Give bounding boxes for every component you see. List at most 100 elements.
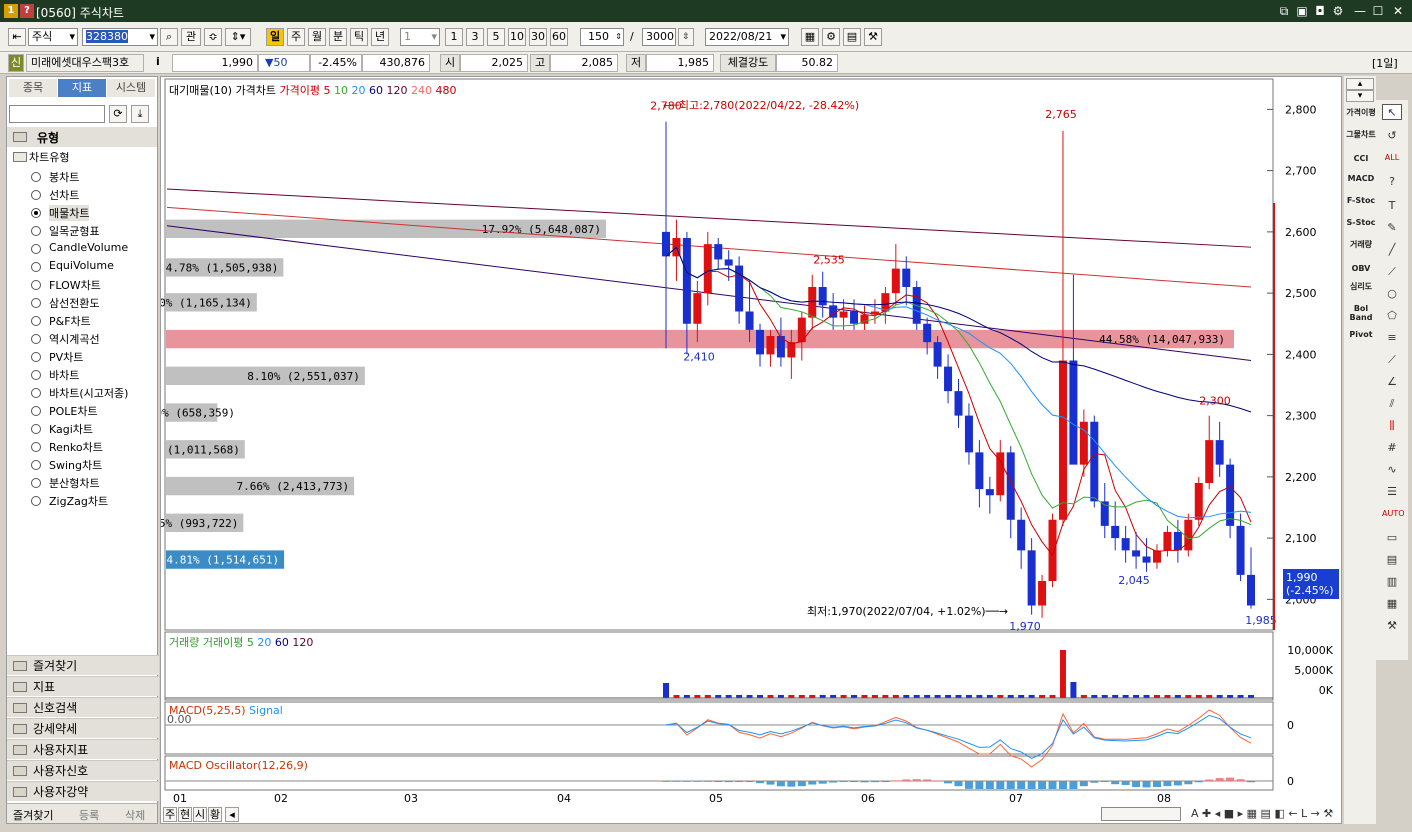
radio-4[interactable] [31,244,41,254]
shape-tool-icon[interactable]: ⬠ [1382,308,1402,324]
wave-tool-icon[interactable]: ∿ [1382,462,1402,478]
indicator-shortcut[interactable]: 심리도 [1346,282,1376,291]
tab-indicator[interactable]: 지표 [58,79,106,97]
chart-type-item[interactable]: POLE차트 [49,403,98,419]
indicator-shortcut[interactable]: MACD [1346,174,1376,183]
line-tool-icon[interactable]: ╱ [1382,242,1402,258]
question-icon[interactable]: ? [1382,174,1402,190]
group-item[interactable]: 지표 [7,676,159,696]
group-item[interactable]: 신호검색 [7,697,159,717]
radio-18[interactable] [31,496,41,506]
group-item[interactable]: 강세약세 [7,718,159,738]
chart-type-item[interactable]: EquiVolume [49,259,114,272]
grid-tool-icon[interactable]: # [1382,440,1402,456]
btn-market[interactable]: 시 [193,807,207,822]
window-tool-icon[interactable]: ▭ [1382,530,1402,546]
indicator-shortcut[interactable]: S-Stoc [1346,218,1376,227]
wrench-icon[interactable]: ⚒ [1382,618,1402,634]
search-icon[interactable]: ⌕ [160,28,178,46]
radio-15[interactable] [31,442,41,452]
refresh-icon[interactable]: ⟳ [109,105,127,123]
group-item[interactable]: 사용자강약 [7,781,159,801]
link-icon[interactable]: ⧉ [1276,3,1292,19]
period-month[interactable]: 월 [308,28,326,46]
chart-type-item[interactable]: 바차트(시고저종) [49,385,128,401]
channel-tool-icon[interactable]: ≡ [1382,330,1402,346]
radio-6[interactable] [31,280,41,290]
section-header[interactable]: 유형 [7,127,157,147]
radio-16[interactable] [31,460,41,470]
pen-tool-icon[interactable]: ✎ [1382,220,1402,236]
date-select[interactable]: 2022/08/21 ▾ [705,28,789,46]
chart-type-item[interactable]: 선차트 [49,187,79,203]
chart-area[interactable]: 2,800 2,700 2,600 2,500 2,400 2,300 2,200 2,100… [160,76,1342,824]
interval-5[interactable]: 5 [487,28,505,46]
minimize-button[interactable]: — [1352,3,1368,19]
group-item[interactable]: 사용자지표 [7,739,159,759]
radio-3[interactable] [31,226,41,236]
radio-2[interactable] [31,208,41,218]
radio-0[interactable] [31,172,41,182]
chart-type-item[interactable]: 봉차트 [49,169,79,185]
cursor-icon[interactable]: ↖ [1382,104,1402,120]
chart-type-item[interactable]: 역시계곡선 [49,331,100,347]
interval-30[interactable]: 30 [529,28,547,46]
tab-delete[interactable]: 삭제 [125,807,145,823]
chart-type-item[interactable]: 바차트 [49,367,79,383]
radio-7[interactable] [31,298,41,308]
tools-icon[interactable]: ⚒ [864,28,882,46]
radio-17[interactable] [31,478,41,488]
tab-system[interactable]: 시스템 [107,79,155,97]
chart-icon[interactable]: ▦ [801,28,819,46]
indicator-shortcut[interactable]: Pivot [1346,330,1376,339]
prev-stock-icon[interactable]: ⇤ [8,28,26,46]
gwan-button[interactable]: 관 [181,28,201,46]
ray-tool-icon[interactable]: ⟋ [1382,264,1402,280]
btn-current[interactable]: 현 [178,807,192,822]
cycle-tool-icon[interactable]: ⫼ [1382,418,1402,434]
interval-10[interactable]: 10 [508,28,526,46]
app-number-icon[interactable]: 1 [4,4,18,18]
chart-type-item[interactable]: P&F차트 [49,313,91,329]
chart-type-item[interactable]: 매물차트 [49,205,90,221]
chart-type-item[interactable]: 일목균형표 [49,223,100,239]
help-icon[interactable]: ? [20,4,34,18]
parallel-tool-icon[interactable]: ⫽ [1382,396,1402,412]
text-tool-icon[interactable]: T [1382,198,1402,214]
radio-1[interactable] [31,190,41,200]
chart-type-item[interactable]: 분산형차트 [49,475,100,491]
compare-icon[interactable]: ▦ [1382,596,1402,612]
expand-icon[interactable]: ⇳ [678,28,694,46]
radio-13[interactable] [31,406,41,416]
stock-code-input[interactable]: 328380 ▾ [82,28,158,46]
chart-type-item[interactable]: Kagi차트 [49,421,93,437]
spin-icon[interactable]: ⇕▾ [225,28,251,46]
indicator-shortcut[interactable]: CCI [1346,154,1376,163]
period-week[interactable]: 주 [287,28,305,46]
subsection-label[interactable]: 차트유형 [29,149,69,165]
gann-tool-icon[interactable]: ⟋ [1382,352,1402,368]
period-year[interactable]: 년 [371,28,389,46]
count-input[interactable]: 150 ⇕ [580,28,624,46]
auto-tool-icon[interactable]: AUTO [1382,506,1405,522]
clipboard-icon[interactable]: ▤ [1382,552,1402,568]
undo-icon[interactable]: ↺ [1382,128,1402,144]
market-select[interactable]: 주식 ▾ [28,28,78,46]
radio-12[interactable] [31,388,41,398]
interval-select[interactable]: 1 ▾ [400,28,440,46]
chart-type-item[interactable]: Renko차트 [49,439,103,455]
chart-type-item[interactable]: 삼선전환도 [49,295,100,311]
copy-icon[interactable]: ▣ [1294,3,1310,19]
radio-11[interactable] [31,370,41,380]
interval-60[interactable]: 60 [550,28,568,46]
chart-type-item[interactable]: PV차트 [49,349,83,365]
btn-status[interactable]: 황 [208,807,222,822]
tab-stock[interactable]: 종목 [9,79,57,97]
radio-14[interactable] [31,424,41,434]
strip-up-icon[interactable]: ▴ [1346,78,1374,90]
indicator-shortcut[interactable]: OBV [1346,264,1376,273]
chart-type-item[interactable]: Swing차트 [49,457,102,473]
group-item[interactable]: 즐겨찾기 [7,655,159,675]
indicator-shortcut[interactable]: F-Stoc [1346,196,1376,205]
indicator-shortcut[interactable]: 가격이평 [1346,108,1376,117]
